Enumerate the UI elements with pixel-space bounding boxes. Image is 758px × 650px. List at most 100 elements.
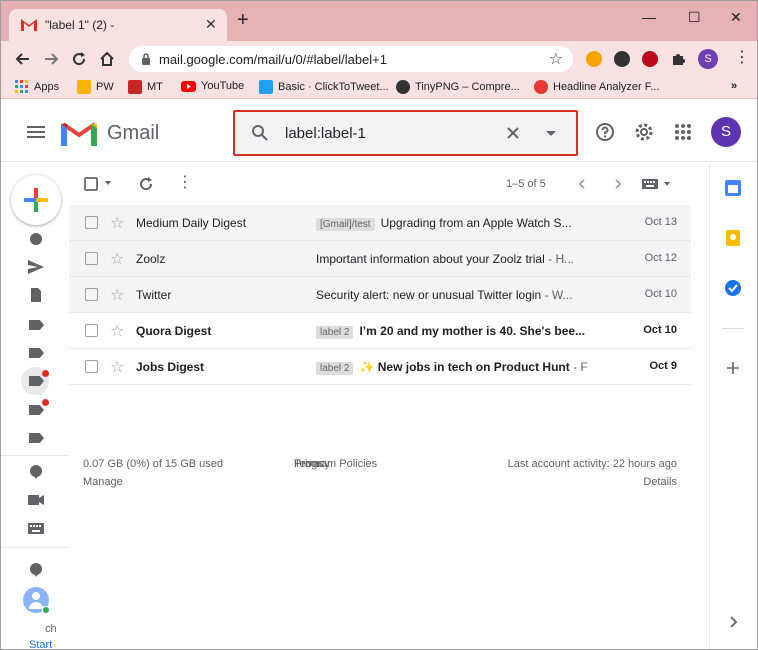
chat-icon[interactable] bbox=[28, 465, 44, 479]
label-icon[interactable] bbox=[29, 348, 44, 358]
input-tools-dropdown-icon[interactable] bbox=[664, 182, 670, 186]
email-snippet: - H... bbox=[544, 252, 575, 266]
account-avatar[interactable]: S bbox=[711, 117, 741, 147]
star-icon[interactable]: ☆ bbox=[110, 249, 124, 269]
clear-search-icon[interactable] bbox=[505, 125, 521, 141]
more-actions-icon[interactable]: ⋮ bbox=[177, 175, 193, 191]
reload-icon[interactable] bbox=[69, 49, 89, 69]
nav-divider bbox=[1, 547, 69, 548]
hangouts-quote-icon[interactable] bbox=[28, 563, 44, 577]
email-row[interactable]: ☆ Twitter Security alert: new or unusual… bbox=[69, 277, 691, 313]
search-icon[interactable] bbox=[251, 124, 269, 142]
row-checkbox[interactable] bbox=[85, 216, 98, 229]
gmail-wordmark[interactable]: Gmail bbox=[107, 122, 159, 145]
select-all-checkbox[interactable] bbox=[84, 177, 98, 191]
email-label-chip[interactable]: [Gmail]/test bbox=[316, 218, 375, 231]
row-checkbox[interactable] bbox=[85, 288, 98, 301]
email-sender: Medium Daily Digest bbox=[136, 216, 247, 230]
google-apps-icon[interactable] bbox=[673, 122, 693, 142]
user-avatar[interactable] bbox=[23, 587, 50, 614]
minimize-button[interactable]: — bbox=[642, 9, 656, 25]
gmail-logo-icon[interactable] bbox=[61, 120, 97, 146]
new-tab-button[interactable]: + bbox=[237, 10, 249, 30]
snoozed-clock-icon[interactable] bbox=[28, 232, 44, 246]
bookmark-clicktotweet[interactable]: Basic · ClickToTweet... bbox=[259, 80, 389, 94]
bookmarks-overflow-button[interactable]: » bbox=[731, 80, 737, 92]
select-dropdown-icon[interactable] bbox=[105, 181, 111, 185]
bookmark-label: Basic · ClickToTweet... bbox=[278, 81, 389, 93]
search-bar[interactable] bbox=[233, 110, 578, 156]
star-icon[interactable]: ☆ bbox=[110, 357, 124, 377]
extension-k-icon[interactable] bbox=[614, 51, 630, 67]
expand-panel-chevron-icon[interactable] bbox=[725, 614, 741, 630]
chevron-right-icon[interactable] bbox=[612, 178, 624, 190]
home-icon[interactable] bbox=[97, 49, 117, 69]
input-tools-keyboard-icon[interactable] bbox=[642, 179, 658, 189]
star-icon[interactable]: ☆ bbox=[110, 285, 124, 305]
start-chat-link[interactable]: Start bbox=[29, 639, 52, 649]
row-checkbox[interactable] bbox=[85, 324, 98, 337]
email-row[interactable]: ☆ Jobs Digest label 2 ✨ New jobs in tech … bbox=[69, 349, 691, 385]
keyboard-icon[interactable] bbox=[28, 521, 44, 535]
browser-tab[interactable]: "label 1" (2) - ✕ bbox=[9, 9, 227, 41]
row-checkbox[interactable] bbox=[85, 252, 98, 265]
star-icon[interactable]: ☆ bbox=[110, 213, 124, 233]
address-bar[interactable]: mail.google.com/mail/u/0/#label/label+1 … bbox=[129, 46, 573, 72]
main-menu-icon[interactable] bbox=[27, 126, 45, 138]
headline-analyzer-icon bbox=[534, 80, 548, 94]
extensions-puzzle-icon[interactable] bbox=[670, 51, 686, 67]
bookmark-tinypng[interactable]: TinyPNG – Compre... bbox=[396, 80, 520, 94]
browser-window: "label 1" (2) - ✕ + — ☐ ✕ mail.google.co… bbox=[0, 0, 758, 650]
email-row[interactable]: ☆ Zoolz Important information about your… bbox=[69, 241, 691, 277]
bookmark-apps[interactable]: Apps bbox=[15, 80, 59, 94]
row-checkbox[interactable] bbox=[85, 360, 98, 373]
keep-icon[interactable] bbox=[725, 230, 741, 246]
add-addon-plus-icon[interactable] bbox=[725, 360, 741, 376]
mt-icon bbox=[128, 80, 142, 94]
email-date: Oct 10 bbox=[643, 324, 677, 336]
star-icon[interactable]: ☆ bbox=[110, 321, 124, 341]
back-arrow-icon[interactable] bbox=[13, 49, 33, 69]
email-row[interactable]: ☆ Medium Daily Digest [Gmail]/test Upgrad… bbox=[69, 205, 691, 241]
email-subject: Important information about your Zoolz t… bbox=[316, 252, 545, 266]
settings-gear-icon[interactable] bbox=[634, 122, 654, 142]
search-options-dropdown-icon[interactable] bbox=[546, 131, 556, 136]
email-row[interactable]: ☆ Quora Digest label 2 I’m 20 and my moth… bbox=[69, 313, 691, 349]
bookmark-youtube[interactable]: YouTube bbox=[181, 80, 244, 92]
clicktotweet-icon bbox=[259, 80, 273, 94]
bookmark-star-icon[interactable]: ☆ bbox=[549, 49, 563, 69]
label-icon[interactable] bbox=[29, 433, 44, 443]
label-2-icon[interactable] bbox=[29, 405, 44, 415]
bookmark-pw[interactable]: PW bbox=[77, 80, 114, 94]
chevron-left-icon[interactable] bbox=[576, 178, 588, 190]
video-camera-icon[interactable] bbox=[28, 493, 44, 507]
extension-pinterest-icon[interactable] bbox=[642, 51, 658, 67]
maximize-button[interactable]: ☐ bbox=[688, 9, 701, 26]
compose-button[interactable] bbox=[11, 175, 61, 225]
bookmark-mt[interactable]: MT bbox=[128, 80, 163, 94]
drafts-icon[interactable] bbox=[28, 288, 44, 302]
tasks-icon[interactable] bbox=[725, 280, 741, 296]
refresh-icon[interactable] bbox=[138, 176, 154, 192]
email-label-chip[interactable]: label 2 bbox=[316, 362, 354, 375]
help-icon[interactable] bbox=[595, 122, 615, 142]
sent-icon[interactable] bbox=[28, 260, 44, 274]
search-input[interactable] bbox=[285, 125, 485, 142]
side-panel-divider bbox=[722, 328, 744, 329]
browser-menu-icon[interactable]: ⋮ bbox=[734, 50, 750, 66]
browser-profile-avatar[interactable]: S bbox=[698, 49, 718, 69]
activity-details-link[interactable]: Details bbox=[643, 476, 677, 488]
email-subject: I’m 20 and my mother is 40. She's bee... bbox=[359, 324, 586, 338]
label-icon[interactable] bbox=[29, 320, 44, 330]
bookmark-headline-analyzer[interactable]: Headline Analyzer F... bbox=[534, 80, 659, 94]
forward-arrow-icon[interactable] bbox=[41, 49, 61, 69]
tab-close-icon[interactable]: ✕ bbox=[205, 16, 217, 33]
close-window-button[interactable]: ✕ bbox=[730, 9, 742, 26]
program-policies-link[interactable]: Program Policies bbox=[294, 458, 377, 470]
email-label-chip[interactable]: label 2 bbox=[316, 326, 354, 339]
list-toolbar: ⋮ 1–5 of 5 bbox=[69, 163, 691, 205]
calendar-icon[interactable] bbox=[725, 180, 741, 196]
extension-honey-icon[interactable] bbox=[586, 51, 602, 67]
email-list: ☆ Medium Daily Digest [Gmail]/test Upgrad… bbox=[69, 205, 691, 385]
manage-storage-link[interactable]: Manage bbox=[83, 476, 123, 488]
